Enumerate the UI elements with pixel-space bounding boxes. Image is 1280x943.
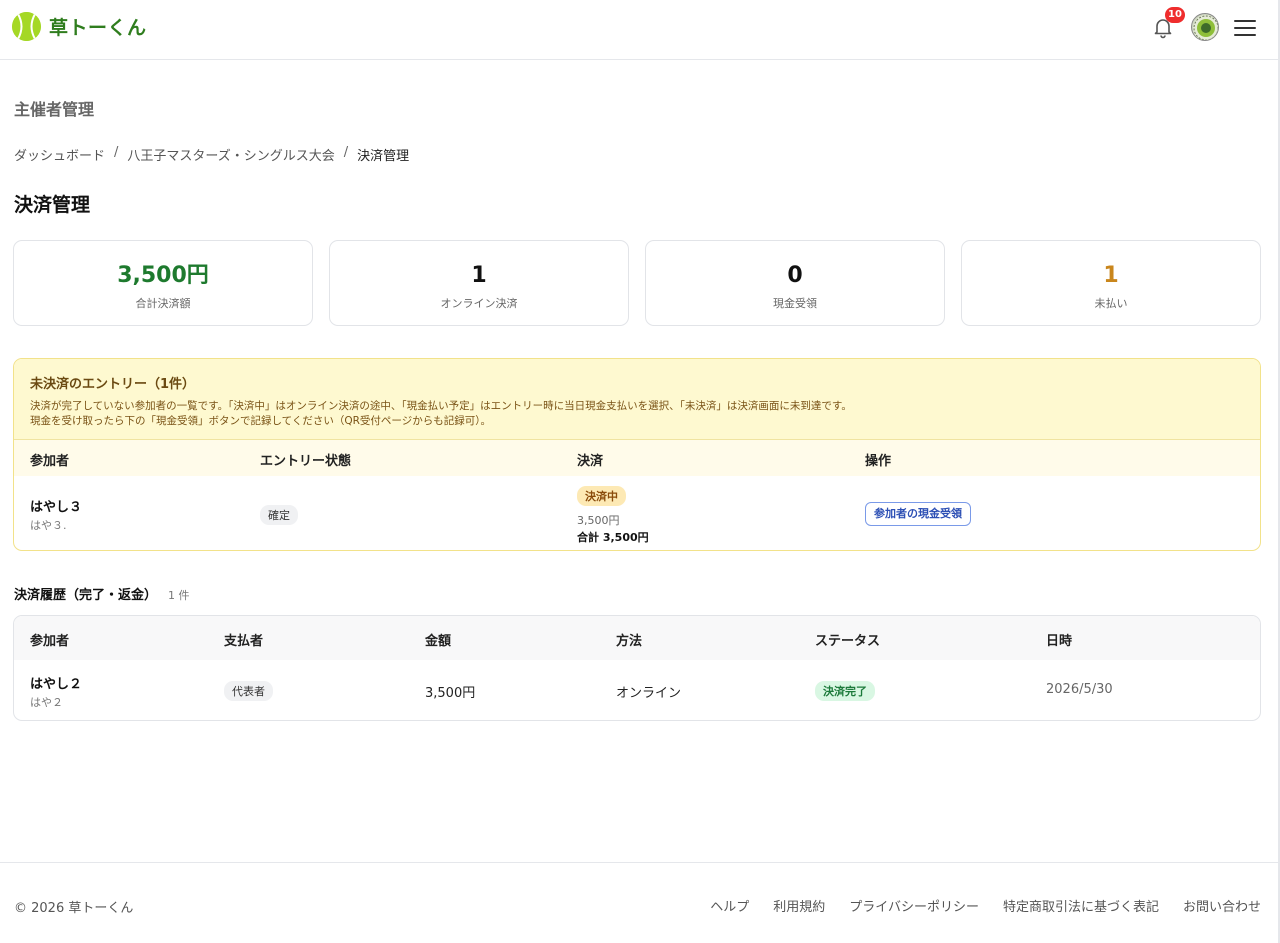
- payment-amount: 3,500円: [577, 514, 620, 527]
- stat-cash-label: 現金受領: [773, 297, 817, 310]
- payment-history-table: 参加者 支払者 金額 方法 ステータス 日時 はやし２ はや２ 代表者 3,50…: [13, 615, 1261, 721]
- stat-card-unpaid: 1 未払い: [961, 240, 1261, 326]
- brand-logo[interactable]: 草トーくん: [12, 12, 147, 41]
- method-cell: オンライン: [616, 686, 682, 701]
- stat-card-online: 1 オンライン決済: [329, 240, 629, 326]
- tennis-ball-icon: [12, 12, 41, 41]
- payment-cell: 決済中 3,500円 合計 3,500円: [577, 485, 649, 545]
- column-header-method: 方法: [616, 634, 643, 649]
- column-header-date: 日時: [1046, 634, 1073, 649]
- footer-link-terms[interactable]: 利用規約: [773, 896, 825, 915]
- stat-unpaid-label: 未払い: [1094, 297, 1128, 310]
- breadcrumb-separator: /: [343, 145, 349, 160]
- footer-links: ヘルプ 利用規約 プライバシーポリシー 特定商取引法に基づく表記 お問い合わせ: [710, 896, 1261, 915]
- stat-online-value: 1: [471, 263, 487, 288]
- payer-badge: 代表者: [224, 681, 273, 701]
- column-header-payment: 決済: [577, 454, 604, 469]
- participant-cell: はやし２ はや２: [30, 673, 82, 710]
- participant-cell: はやし３ はや３.: [30, 496, 82, 533]
- column-header-participant: 参加者: [30, 454, 70, 469]
- column-header-amount: 金額: [425, 634, 452, 649]
- participant-name: はやし３: [30, 500, 83, 515]
- column-header-action: 操作: [865, 454, 892, 469]
- unpaid-panel-header: 未決済のエントリー（1件） 決済が完了していない参加者の一覧です。「決済中」はオ…: [14, 359, 1260, 440]
- breadcrumb-tournament-link[interactable]: 八王子マスターズ・シングルス大会: [127, 145, 334, 164]
- table-row: はやし２ はや２ 代表者 3,500円 オンライン 決済完了 2026/5/30: [14, 660, 1260, 720]
- page-title: 決済管理: [14, 194, 91, 216]
- brand-name: 草トーくん: [49, 17, 147, 39]
- copyright-text: © 2026 草トーくん: [14, 901, 134, 916]
- footer-link-contact[interactable]: お問い合わせ: [1183, 896, 1261, 915]
- notification-count-badge: 10: [1165, 7, 1185, 23]
- table-row: はやし３ はや３. 確定 決済中 3,500円 合計 3,500円 参加者の現金…: [14, 476, 1260, 550]
- footer-link-help[interactable]: ヘルプ: [710, 896, 749, 915]
- section-title: 主催者管理: [14, 100, 95, 119]
- unpaid-entries-panel: 未決済のエントリー（1件） 決済が完了していない参加者の一覧です。「決済中」はオ…: [13, 358, 1261, 551]
- unpaid-desc-line: 現金を受け取ったら下の「現金受領」ボタンで記録してください（QR受付ページからも…: [30, 415, 491, 427]
- footer-link-commerce-law[interactable]: 特定商取引法に基づく表記: [1003, 896, 1159, 915]
- history-table-header: 参加者 支払者 金額 方法 ステータス 日時: [14, 616, 1260, 660]
- column-header-status: ステータス: [815, 634, 881, 649]
- participant-nickname: はや３.: [30, 519, 67, 532]
- stat-total-label: 合計決済額: [135, 297, 191, 310]
- date-cell: 2026/5/30: [1046, 682, 1113, 697]
- status-cell: 決済完了: [815, 681, 875, 701]
- avatar[interactable]: [1191, 13, 1219, 41]
- history-title: 決済履歴（完了・返金）: [14, 588, 158, 603]
- breadcrumb-separator: /: [114, 145, 119, 160]
- unpaid-desc-line: 決済が完了していない参加者の一覧です。「決済中」はオンライン決済の途中、「現金払…: [30, 400, 852, 412]
- stat-online-label: オンライン決済: [440, 297, 518, 310]
- breadcrumb-dashboard-link[interactable]: ダッシュボード: [14, 145, 105, 164]
- payment-total: 合計 3,500円: [577, 531, 649, 544]
- hamburger-menu-icon[interactable]: [1234, 17, 1256, 37]
- stat-total-value: 3,500円: [117, 263, 209, 288]
- entry-status-cell: 確定: [260, 504, 298, 525]
- payment-status-badge: 決済中: [577, 486, 626, 506]
- history-count: 1 件: [168, 589, 190, 602]
- unpaid-table-header: 参加者 エントリー状態 決済 操作: [14, 440, 1260, 476]
- payer-cell: 代表者: [224, 681, 273, 701]
- entry-status-badge: 確定: [260, 505, 298, 525]
- column-header-payer: 支払者: [224, 634, 264, 649]
- participant-name: はやし２: [30, 677, 83, 692]
- top-header: 草トーくん 10: [0, 0, 1278, 60]
- status-badge: 決済完了: [815, 681, 875, 701]
- footer-link-privacy[interactable]: プライバシーポリシー: [849, 896, 979, 915]
- stat-card-cash: 0 現金受領: [645, 240, 945, 326]
- page-footer: © 2026 草トーくん ヘルプ 利用規約 プライバシーポリシー 特定商取引法に…: [0, 862, 1278, 943]
- breadcrumb-current: 決済管理: [357, 149, 410, 164]
- breadcrumb: ダッシュボード / 八王子マスターズ・シングルス大会 / 決済管理: [14, 145, 409, 164]
- participant-nickname: はや２: [30, 696, 63, 709]
- stat-cash-value: 0: [787, 263, 803, 288]
- stat-unpaid-value: 1: [1103, 263, 1119, 288]
- unpaid-panel-description: 決済が完了していない参加者の一覧です。「決済中」はオンライン決済の途中、「現金払…: [30, 399, 1244, 429]
- column-header-participant: 参加者: [30, 634, 70, 649]
- stat-card-total: 3,500円 合計決済額: [13, 240, 313, 326]
- record-cash-button[interactable]: 参加者の現金受領: [865, 502, 971, 526]
- unpaid-panel-title: 未決済のエントリー（1件）: [30, 377, 196, 392]
- column-header-entry-status: エントリー状態: [260, 454, 352, 469]
- amount-cell: 3,500円: [425, 686, 476, 701]
